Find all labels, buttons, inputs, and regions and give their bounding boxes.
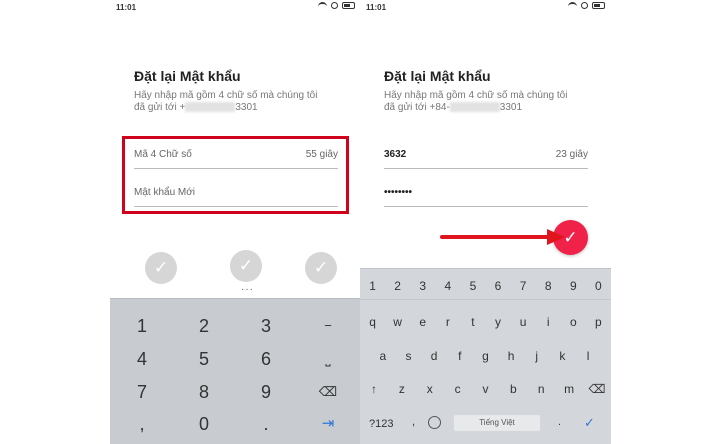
comma-key[interactable]: ,: [112, 409, 172, 439]
key-y[interactable]: y: [487, 315, 509, 329]
highlight-box: [122, 136, 349, 214]
redacted-phone: [185, 102, 236, 113]
key-j[interactable]: j: [526, 349, 548, 363]
keyboard-row-1: q w e r t y u i o p: [360, 315, 611, 329]
key-u[interactable]: u: [512, 315, 534, 329]
key-b[interactable]: b: [502, 382, 524, 396]
check-icon[interactable]: ✓: [145, 252, 177, 284]
page-title: Đặt lại Mật khẩu: [134, 68, 241, 84]
wifi-icon: [318, 2, 327, 9]
redacted-phone: [449, 102, 500, 113]
keyboard-row-3: ↑ z x c v b n m ⌫: [360, 382, 611, 396]
key-k[interactable]: k: [551, 349, 573, 363]
instructions-text: Hãy nhập mã gồm 4 chữ số mà chúng tôi đã…: [134, 90, 318, 113]
key-8[interactable]: 8: [537, 279, 559, 293]
keyboard-divider: [360, 299, 611, 300]
key-0[interactable]: 0: [587, 279, 609, 293]
period-key[interactable]: .: [558, 416, 561, 428]
keyboard-bottom-row: ?123 , Tiếng Việt . ✓: [360, 413, 611, 435]
key-d[interactable]: d: [423, 349, 445, 363]
key-1[interactable]: 1: [362, 279, 384, 293]
key-g[interactable]: g: [474, 349, 496, 363]
key-h[interactable]: h: [500, 349, 522, 363]
countdown-timer: 23 giây: [555, 149, 588, 160]
key-l[interactable]: l: [577, 349, 599, 363]
check-icon[interactable]: ✓: [305, 252, 337, 284]
key-n[interactable]: n: [530, 382, 552, 396]
globe-icon[interactable]: [428, 416, 441, 429]
key-9[interactable]: 9: [236, 377, 296, 407]
wifi-icon: [568, 2, 577, 9]
key-6[interactable]: 6: [487, 279, 509, 293]
code-input[interactable]: 3632 23 giây: [384, 145, 588, 169]
minus-key[interactable]: −: [298, 311, 358, 341]
key-s[interactable]: s: [397, 349, 419, 363]
key-t[interactable]: t: [462, 315, 484, 329]
backspace-icon[interactable]: ⌫: [586, 382, 608, 396]
period-key[interactable]: .: [236, 409, 296, 439]
comma-key[interactable]: ,: [412, 416, 415, 428]
alarm-icon: [581, 2, 588, 9]
ellipsis-indicator: ···: [241, 284, 254, 295]
pointer-arrow: [440, 229, 565, 245]
new-password-input[interactable]: ••••••••: [384, 183, 588, 207]
space-bar[interactable]: Tiếng Việt: [454, 415, 540, 431]
alarm-icon: [331, 2, 338, 9]
key-8[interactable]: 8: [174, 377, 234, 407]
key-e[interactable]: e: [412, 315, 434, 329]
status-time: 11:01: [116, 3, 137, 12]
shift-icon[interactable]: ↑: [363, 382, 385, 396]
key-f[interactable]: f: [449, 349, 471, 363]
done-check-icon[interactable]: ✓: [584, 415, 595, 431]
status-bar: 11:01: [360, 0, 611, 14]
key-4[interactable]: 4: [437, 279, 459, 293]
code-input-value: 3632: [384, 149, 407, 160]
key-r[interactable]: r: [437, 315, 459, 329]
key-4[interactable]: 4: [112, 344, 172, 374]
qwerty-keyboard: 1 2 3 4 5 6 7 8 9 0 q w e r t y u i o p …: [360, 268, 611, 444]
keyboard-row-2: a s d f g h j k l: [360, 349, 611, 363]
backspace-icon[interactable]: ⌫: [298, 377, 358, 407]
key-9[interactable]: 9: [562, 279, 584, 293]
key-o[interactable]: o: [562, 315, 584, 329]
key-a[interactable]: a: [372, 349, 394, 363]
screen-right: 11:01 Đặt lại Mật khẩu Hãy nhập mã gồm 4…: [360, 0, 611, 444]
key-3[interactable]: 3: [412, 279, 434, 293]
key-v[interactable]: v: [474, 382, 496, 396]
key-7[interactable]: 7: [112, 377, 172, 407]
status-time: 11:01: [366, 3, 387, 12]
symbols-key[interactable]: ?123: [369, 418, 393, 430]
next-field-icon[interactable]: ⇥: [298, 409, 358, 439]
screen-left: 11:01 Đặt lại Mật khẩu Hãy nhập mã gồm 4…: [110, 0, 361, 444]
key-z[interactable]: z: [391, 382, 413, 396]
key-7[interactable]: 7: [512, 279, 534, 293]
battery-icon: [592, 2, 605, 9]
key-w[interactable]: w: [387, 315, 409, 329]
key-q[interactable]: q: [362, 315, 384, 329]
status-bar: 11:01: [110, 0, 361, 14]
key-0[interactable]: 0: [174, 409, 234, 439]
key-5[interactable]: 5: [462, 279, 484, 293]
key-m[interactable]: m: [558, 382, 580, 396]
key-2[interactable]: 2: [387, 279, 409, 293]
numeric-keypad: 1 2 3 − 4 5 6 ⎵ 7 8 9 ⌫ , 0 . ⇥: [110, 298, 361, 444]
key-6[interactable]: 6: [236, 344, 296, 374]
keyboard-digit-row: 1 2 3 4 5 6 7 8 9 0: [360, 279, 611, 293]
key-2[interactable]: 2: [174, 311, 234, 341]
check-icon[interactable]: ✓: [230, 250, 262, 282]
key-i[interactable]: i: [537, 315, 559, 329]
key-1[interactable]: 1: [112, 311, 172, 341]
password-input-value: ••••••••: [384, 187, 413, 198]
space-icon[interactable]: ⎵: [298, 344, 358, 374]
key-3[interactable]: 3: [236, 311, 296, 341]
key-5[interactable]: 5: [174, 344, 234, 374]
key-c[interactable]: c: [447, 382, 469, 396]
instructions-text: Hãy nhập mã gồm 4 chữ số mà chúng tôi đã…: [384, 90, 568, 113]
key-p[interactable]: p: [587, 315, 609, 329]
battery-icon: [342, 2, 355, 9]
key-x[interactable]: x: [419, 382, 441, 396]
page-title: Đặt lại Mật khẩu: [384, 68, 491, 84]
